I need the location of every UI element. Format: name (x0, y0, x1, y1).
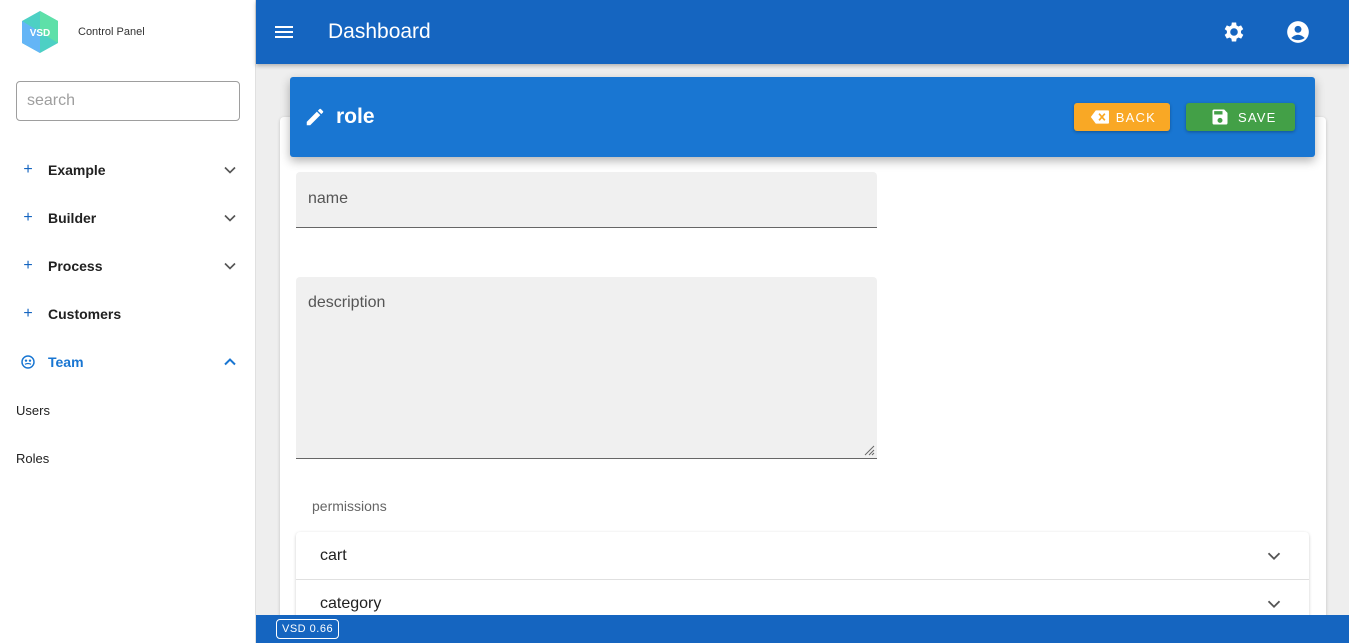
sidebar: VSD Control Panel + Example + Builder + … (0, 0, 256, 643)
sidebar-nav: + Example + Builder + Process + Customer… (0, 146, 256, 482)
description-field-placeholder: description (308, 294, 386, 311)
search-box[interactable] (16, 81, 240, 121)
sidebar-item-label: Example (48, 162, 106, 178)
form-title: role (336, 105, 375, 128)
sidebar-item-customers[interactable]: + Customers (0, 290, 256, 338)
back-button-label: BACK (1115, 109, 1156, 125)
sidebar-item-team[interactable]: Team (0, 338, 256, 386)
plus-icon: + (23, 209, 33, 226)
backspace-icon (1090, 110, 1109, 124)
resize-handle-icon[interactable] (863, 444, 875, 456)
sidebar-item-label: Builder (48, 210, 97, 226)
account-icon[interactable] (1285, 19, 1311, 45)
plus-icon: + (23, 161, 33, 178)
team-icon (21, 355, 35, 369)
permissions-list: cart category (296, 532, 1309, 628)
permission-item-cart[interactable]: cart (296, 532, 1309, 580)
permissions-label: permissions (312, 498, 387, 514)
chevron-down-icon (224, 262, 236, 270)
top-app-bar: Dashboard (256, 0, 1349, 64)
sidebar-item-example[interactable]: + Example (0, 146, 256, 194)
card-header: role BACK SAVE (290, 77, 1315, 157)
name-field-placeholder: name (308, 190, 349, 207)
save-button[interactable]: SAVE (1186, 103, 1295, 131)
back-button[interactable]: BACK (1074, 103, 1170, 131)
page-title: Dashboard (328, 20, 431, 43)
version-badge: VSD 0.66 (276, 619, 340, 639)
save-button-label: SAVE (1238, 109, 1277, 125)
chevron-down-icon (224, 166, 236, 174)
sidebar-item-label: Customers (48, 306, 122, 322)
sidebar-subitem-users[interactable]: Users (0, 386, 256, 434)
chevron-down-icon (224, 214, 236, 222)
search-input[interactable] (27, 92, 234, 110)
form-actions: BACK SAVE (1074, 103, 1295, 131)
name-field[interactable]: name (296, 172, 877, 228)
sidebar-item-builder[interactable]: + Builder (0, 194, 256, 242)
gear-icon[interactable] (1221, 19, 1247, 45)
sidebar-subitem-roles[interactable]: Roles (0, 434, 256, 482)
sidebar-item-label: Process (48, 258, 103, 274)
plus-icon: + (23, 257, 33, 274)
menu-icon[interactable] (272, 20, 296, 44)
logo-text: VSD (30, 28, 51, 39)
permission-name: category (320, 594, 382, 612)
brand[interactable]: VSD Control Panel (20, 10, 145, 54)
footer-bar: VSD 0.66 (256, 615, 1349, 643)
save-icon (1212, 109, 1228, 125)
chevron-down-icon (1267, 552, 1281, 560)
chevron-up-icon (224, 358, 236, 366)
sidebar-item-process[interactable]: + Process (0, 242, 256, 290)
description-field[interactable]: description (296, 277, 877, 459)
permission-name: cart (320, 546, 347, 564)
sidebar-item-label: Team (48, 354, 84, 370)
plus-icon: + (23, 305, 33, 322)
topbar-actions (1221, 19, 1349, 45)
chevron-down-icon (1267, 600, 1281, 608)
pencil-icon (306, 108, 324, 126)
brand-title: Control Panel (78, 26, 145, 38)
logo-icon: VSD (22, 11, 58, 53)
